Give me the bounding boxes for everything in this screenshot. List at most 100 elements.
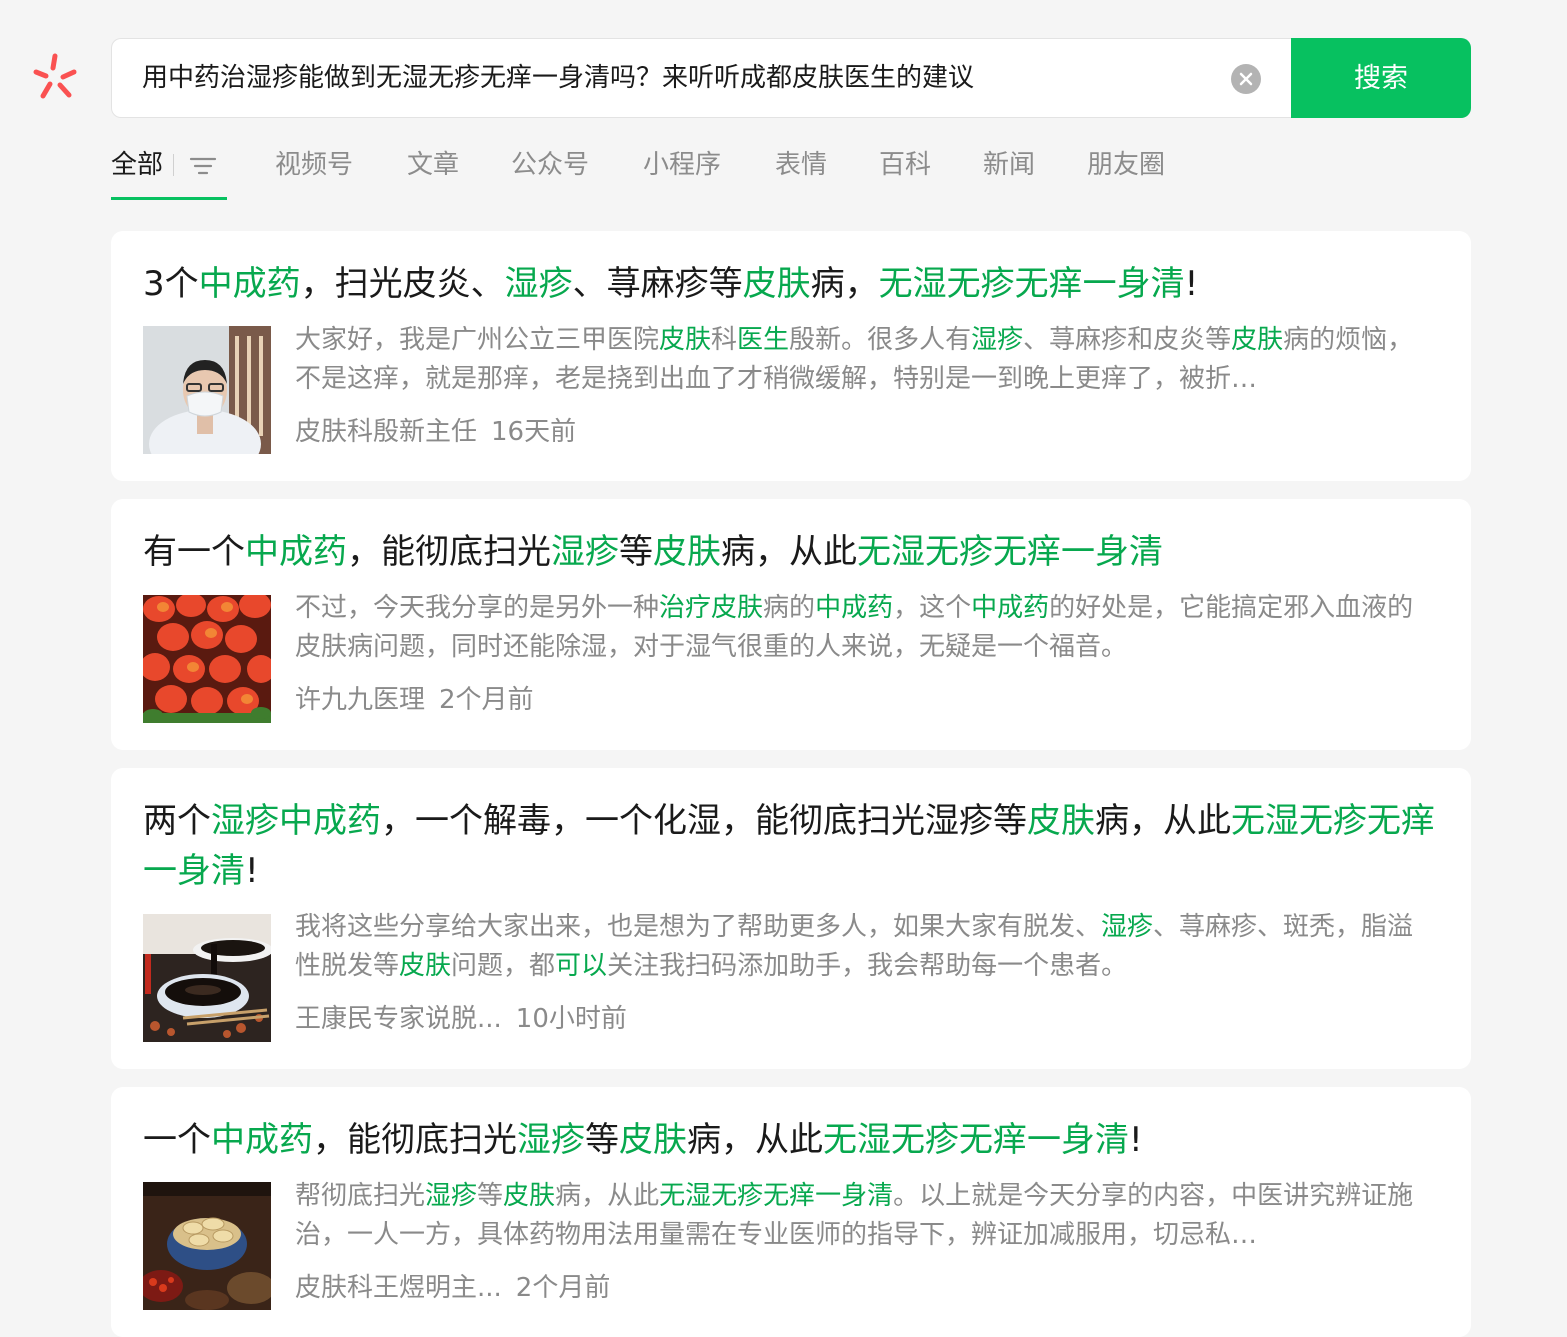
tab-moments[interactable]: 朋友圈 [1087, 140, 1165, 200]
result-meta: 许九九医理 2个月前 [295, 679, 534, 716]
highlighted-keyword: 可以 [555, 951, 608, 981]
text-segment: 两个 [143, 801, 211, 841]
result-card[interactable]: 有一个中成药，能彻底扫光湿疹等皮肤病，从此无湿无疹无痒一身清 不过，今天我分享的… [111, 499, 1471, 750]
result-meta: 王康民专家说脱... 10小时前 [295, 998, 627, 1035]
text-segment: 帮彻底扫光 [295, 1181, 426, 1211]
highlighted-keyword: 皮肤 [659, 325, 712, 355]
search-button[interactable]: 搜索 [1291, 38, 1471, 118]
highlighted-keyword: 湿疹 [971, 325, 1024, 355]
result-snippet: 大家好，我是广州公立三甲医院皮肤科医生殷新。很多人有湿疹、荨麻疹和皮炎等皮肤病的… [295, 321, 1425, 399]
tab-articles[interactable]: 文章 [407, 140, 459, 200]
text-segment: ，能彻底扫光 [347, 532, 551, 572]
result-source[interactable]: 皮肤科王煜明主... [295, 1273, 502, 1303]
tab-news[interactable]: 新闻 [983, 140, 1035, 200]
result-meta: 皮肤科王煜明主... 2个月前 [295, 1267, 610, 1304]
highlighted-keyword: 皮肤 [503, 1181, 556, 1211]
text-segment: 问题，都 [451, 951, 556, 981]
tab-official-accounts[interactable]: 公众号 [511, 140, 589, 200]
text-segment: 殷新。很多人有 [789, 325, 972, 355]
tab-encyclopedia[interactable]: 百科 [879, 140, 931, 200]
highlighted-keyword: 无湿无疹无痒一身清 [659, 1181, 894, 1211]
result-source[interactable]: 许九九医理 [295, 685, 425, 715]
highlighted-keyword: 皮肤 [653, 532, 721, 572]
text-segment: 3个 [143, 264, 199, 304]
result-title[interactable]: 一个中成药，能彻底扫光湿疹等皮肤病，从此无湿无疹无痒一身清! [143, 1115, 1443, 1165]
result-card[interactable]: 一个中成药，能彻底扫光湿疹等皮肤病，从此无湿无疹无痒一身清! 帮彻底扫光湿疹等皮… [111, 1087, 1471, 1337]
highlighted-keyword: 无湿无疹无痒一身清 [857, 532, 1163, 572]
text-segment: 病的 [763, 593, 816, 623]
tab-active-indicator [111, 197, 227, 200]
highlighted-keyword: 皮肤 [711, 593, 764, 623]
highlighted-keyword: 皮肤 [619, 1120, 687, 1160]
text-segment: 病，从此 [721, 532, 857, 572]
tab-all[interactable]: 全部 [111, 140, 163, 200]
result-card[interactable]: 两个湿疹中成药，一个解毒，一个化湿，能彻底扫光湿疹等皮肤病，从此无湿无疹无痒一身… [111, 768, 1471, 1069]
text-segment: 病，从此 [555, 1181, 660, 1211]
highlighted-keyword: 湿疹 [211, 801, 279, 841]
text-segment: 等 [585, 1120, 619, 1160]
result-thumbnail [143, 326, 271, 454]
highlighted-keyword: 无湿无疹无痒一身清 [878, 264, 1185, 304]
text-segment: 病，从此 [687, 1120, 823, 1160]
tab-stickers[interactable]: 表情 [775, 140, 827, 200]
highlighted-keyword: 皮肤 [742, 264, 811, 304]
highlighted-keyword: 中成药 [245, 532, 347, 572]
result-thumbnail [143, 914, 271, 1042]
text-segment: ，扫光皮炎、 [300, 264, 505, 304]
highlighted-keyword: 湿疹 [551, 532, 619, 572]
result-meta: 皮肤科殷新主任 16天前 [295, 411, 576, 448]
highlighted-keyword: 皮肤 [1027, 801, 1095, 841]
highlighted-keyword: 中成药 [279, 801, 381, 841]
highlighted-keyword: 湿疹 [517, 1120, 585, 1160]
text-segment: ，能彻底扫光 [313, 1120, 517, 1160]
text-segment: 不过，今天我分享的是另外一种 [295, 593, 660, 623]
text-segment: 、荨麻疹和皮炎等 [1023, 325, 1232, 355]
tab-mini-programs[interactable]: 小程序 [643, 140, 721, 200]
result-title[interactable]: 有一个中成药，能彻底扫光湿疹等皮肤病，从此无湿无疹无痒一身清 [143, 527, 1443, 577]
highlighted-keyword: 治疗 [659, 593, 712, 623]
text-segment: 等 [619, 532, 653, 572]
filter-icon[interactable] [189, 154, 217, 178]
text-segment: 一个 [143, 1120, 211, 1160]
text-segment: ，这个 [893, 593, 972, 623]
tab-channels[interactable]: 视频号 [275, 140, 353, 200]
doctor-photo-icon [143, 326, 271, 454]
wechat-search-logo-icon[interactable] [28, 50, 82, 104]
highlighted-keyword: 湿疹 [1101, 912, 1154, 942]
text-segment: 大家好，我是广州公立三甲医院 [295, 325, 660, 355]
highlighted-keyword: 医生 [737, 325, 790, 355]
result-card[interactable]: 3个中成药，扫光皮炎、湿疹、荨麻疹等皮肤病，无湿无疹无痒一身清! 大家好，我是广… [111, 231, 1471, 481]
text-segment: ! [1184, 264, 1199, 304]
result-source[interactable]: 王康民专家说脱... [295, 1004, 502, 1034]
result-thumbnail [143, 1182, 271, 1310]
text-segment: 等 [477, 1181, 504, 1211]
result-title[interactable]: 3个中成药，扫光皮炎、湿疹、荨麻疹等皮肤病，无湿无疹无痒一身清! [143, 259, 1443, 309]
result-time: 10小时前 [515, 1004, 627, 1034]
highlighted-keyword: 中成药 [211, 1120, 313, 1160]
result-title[interactable]: 两个湿疹中成药，一个解毒，一个化湿，能彻底扫光湿疹等皮肤病，从此无湿无疹无痒一身… [143, 796, 1443, 896]
highlighted-keyword: 皮肤 [1231, 325, 1284, 355]
tulips-photo-icon [143, 595, 271, 723]
herb-slices-photo-icon [143, 1182, 271, 1310]
result-time: 2个月前 [515, 1273, 611, 1303]
tab-divider [173, 154, 174, 176]
highlighted-keyword: 无湿无疹无痒一身清 [823, 1120, 1129, 1160]
search-input[interactable] [142, 39, 1202, 117]
highlighted-keyword: 皮肤 [399, 951, 452, 981]
highlighted-keyword: 中成药 [815, 593, 894, 623]
text-segment: 有一个 [143, 532, 245, 572]
result-time: 2个月前 [439, 685, 534, 715]
result-snippet: 不过，今天我分享的是另外一种治疗皮肤病的中成药，这个中成药的好处是，它能搞定邪入… [295, 589, 1425, 667]
result-time: 16天前 [491, 417, 577, 447]
result-thumbnail [143, 595, 271, 723]
clear-icon[interactable] [1231, 64, 1261, 94]
result-snippet: 我将这些分享给大家出来，也是想为了帮助更多人，如果大家有脱发、湿疹、荨麻疹、斑秃… [295, 908, 1425, 986]
search-box [111, 38, 1291, 118]
text-segment: 科 [711, 325, 738, 355]
text-segment: 病， [810, 264, 879, 304]
highlighted-keyword: 中成药 [198, 264, 301, 304]
text-segment: 、荨麻疹等 [572, 264, 743, 304]
text-segment: 我将这些分享给大家出来，也是想为了帮助更多人，如果大家有脱发、 [295, 912, 1102, 942]
result-source[interactable]: 皮肤科殷新主任 [295, 417, 477, 447]
text-segment: 关注我扫码添加助手，我会帮助每一个患者。 [607, 951, 1128, 981]
